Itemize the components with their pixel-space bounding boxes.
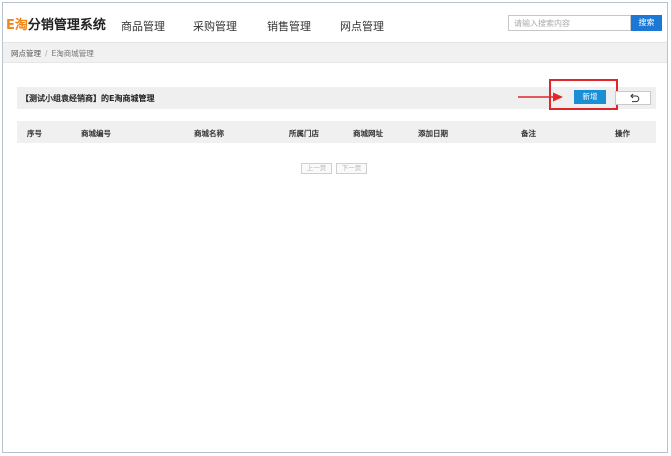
app-window: E淘分销管理系统 商品管理 采购管理 销售管理 网点管理 搜索 网点管理 /E淘商…: [2, 2, 668, 453]
column-header-add-date: 添加日期: [418, 129, 448, 138]
table-header: 序号 商城编号 商城名称 所属门店 商城网址 添加日期 备注 操作: [17, 121, 656, 143]
app-logo: E淘分销管理系统: [6, 18, 106, 33]
column-header-mall-url: 商城网址: [353, 129, 383, 138]
back-button[interactable]: [615, 91, 651, 105]
search-input[interactable]: [508, 15, 631, 31]
nav-item-sales[interactable]: 销售管理: [267, 18, 311, 34]
breadcrumb-current: E淘商城管理: [51, 49, 94, 58]
undo-arrow-icon: [630, 93, 640, 103]
nav-item-products[interactable]: 商品管理: [121, 18, 165, 34]
next-page-button[interactable]: 下一页: [336, 163, 367, 174]
breadcrumb-bar: 网点管理 / E淘商城管理: [3, 43, 667, 63]
breadcrumb: 网点管理 / E淘商城管理: [11, 48, 94, 59]
column-header-actions: 操作: [615, 129, 630, 138]
column-header-index: 序号: [27, 129, 42, 138]
panel-title: 【测试小组袁经销商】的E淘商城管理: [21, 94, 155, 103]
nav-item-outlets[interactable]: 网点管理: [340, 18, 384, 34]
breadcrumb-parent-link[interactable]: 网点管理: [11, 49, 41, 58]
column-header-store: 所属门店: [289, 129, 319, 138]
column-header-mall-id: 商城编号: [81, 129, 111, 138]
nav-item-purchasing[interactable]: 采购管理: [193, 18, 237, 34]
search-button[interactable]: 搜索: [631, 15, 662, 31]
column-header-remark: 备注: [521, 129, 536, 138]
column-header-mall-name: 商城名称: [194, 129, 224, 138]
top-header: E淘分销管理系统 商品管理 采购管理 销售管理 网点管理 搜索: [3, 3, 667, 43]
add-button[interactable]: 新增: [574, 90, 606, 104]
prev-page-button[interactable]: 上一页: [301, 163, 332, 174]
breadcrumb-separator: /: [45, 49, 48, 58]
